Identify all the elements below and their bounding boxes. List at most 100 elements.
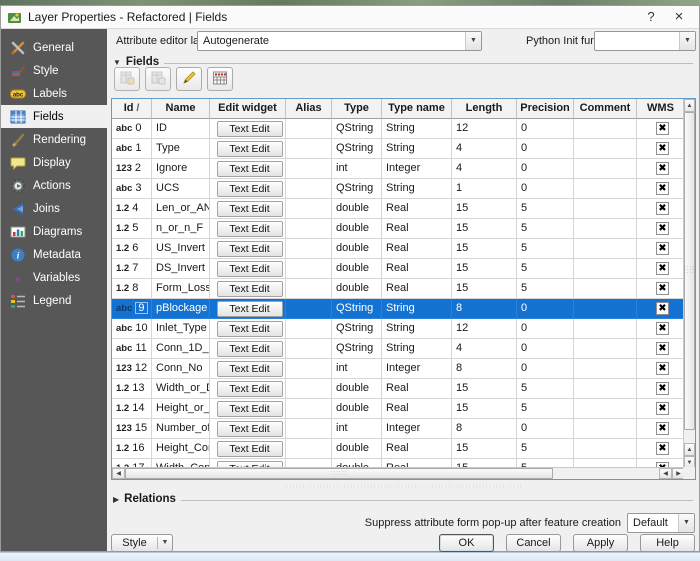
wms-checkbox[interactable]: ✖: [656, 182, 669, 195]
scroll-left-button[interactable]: ◀: [112, 468, 125, 479]
cell-name: Conn_No: [152, 359, 210, 379]
column-header-comment[interactable]: Comment: [574, 99, 637, 119]
wms-checkbox[interactable]: ✖: [656, 382, 669, 395]
edit-widget-button[interactable]: Text Edit: [217, 441, 283, 457]
column-header-edit-widget[interactable]: Edit widget: [210, 99, 286, 119]
edit-widget-button[interactable]: Text Edit: [217, 301, 283, 317]
edit-widget-button[interactable]: Text Edit: [217, 281, 283, 297]
style-menu-button[interactable]: Style ▼: [111, 534, 173, 552]
sidebar-item-metadata[interactable]: iMetadata: [1, 243, 107, 266]
vertical-scroll-thumb[interactable]: ::::::::: [684, 112, 695, 430]
collapse-triangle-icon[interactable]: ▶: [113, 495, 119, 504]
suppress-select[interactable]: Default ▼: [627, 513, 695, 533]
edit-widget-button[interactable]: Text Edit: [217, 341, 283, 357]
sidebar-item-display[interactable]: Display: [1, 151, 107, 174]
sidebar-item-style[interactable]: Style: [1, 59, 107, 82]
edit-widget-button[interactable]: Text Edit: [217, 161, 283, 177]
horizontal-scrollbar[interactable]: ◀ :::::: ◀▶: [112, 467, 685, 479]
sidebar-item-actions[interactable]: Actions: [1, 174, 107, 197]
splitter-handle[interactable]: ::::::::::::::::::::::::::::::::::::::::…: [255, 485, 551, 489]
column-header-alias[interactable]: Alias: [286, 99, 332, 119]
column-header-wms[interactable]: WMS: [637, 99, 685, 119]
column-header-precision[interactable]: Precision: [517, 99, 574, 119]
sidebar-item-legend[interactable]: Legend: [1, 289, 107, 312]
column-header-length[interactable]: Length: [452, 99, 517, 119]
sidebar-item-variables[interactable]: εVariables: [1, 266, 107, 289]
wms-checkbox[interactable]: ✖: [656, 202, 669, 215]
cancel-button[interactable]: Cancel: [506, 534, 561, 552]
help-button[interactable]: Help: [640, 534, 695, 552]
edit-widget-button[interactable]: Text Edit: [217, 361, 283, 377]
sidebar-item-diagrams[interactable]: Diagrams: [1, 220, 107, 243]
relations-group-header[interactable]: ▶ Relations: [113, 492, 693, 506]
edit-widget-button[interactable]: Text Edit: [217, 181, 283, 197]
attribute-editor-layout-select[interactable]: Autogenerate ▼: [197, 31, 482, 51]
wms-checkbox[interactable]: ✖: [656, 162, 669, 175]
wms-checkbox[interactable]: ✖: [656, 422, 669, 435]
table-row[interactable]: abc1TypeText EditQStringString40✖: [112, 139, 685, 159]
sidebar-item-fields[interactable]: Fields: [1, 105, 107, 128]
table-row[interactable]: abc10Inlet_TypeText EditQStringString120…: [112, 319, 685, 339]
edit-widget-button[interactable]: Text Edit: [217, 241, 283, 257]
python-init-function-select[interactable]: ▼: [594, 31, 696, 51]
collapse-triangle-icon[interactable]: ▼: [113, 58, 121, 67]
wms-checkbox[interactable]: ✖: [656, 302, 669, 315]
table-row[interactable]: abc0IDText EditQStringString120✖: [112, 119, 685, 139]
table-row[interactable]: 12312Conn_NoText EditintInteger80✖: [112, 359, 685, 379]
wms-checkbox[interactable]: ✖: [656, 282, 669, 295]
delete-field-button[interactable]: [145, 67, 171, 91]
wms-checkbox[interactable]: ✖: [656, 142, 669, 155]
toggle-editing-button[interactable]: [176, 67, 202, 91]
column-header-id[interactable]: Id/: [112, 99, 152, 119]
edit-widget-button[interactable]: Text Edit: [217, 201, 283, 217]
table-row[interactable]: 1.27DS_InvertText EditdoubleReal155✖: [112, 259, 685, 279]
edit-widget-button[interactable]: Text Edit: [217, 421, 283, 437]
field-calculator-button[interactable]: [207, 67, 233, 91]
ok-button[interactable]: OK: [439, 534, 494, 552]
table-row[interactable]: 1.214Height_or_Text EditdoubleReal155✖: [112, 399, 685, 419]
wms-checkbox[interactable]: ✖: [656, 362, 669, 375]
table-row[interactable]: 1.26US_InvertText EditdoubleReal155✖: [112, 239, 685, 259]
table-row[interactable]: 1.213Width_or_DText EditdoubleReal155✖: [112, 379, 685, 399]
edit-widget-button[interactable]: Text Edit: [217, 221, 283, 237]
column-header-name[interactable]: Name: [152, 99, 210, 119]
edit-widget-button[interactable]: Text Edit: [217, 261, 283, 277]
table-row[interactable]: 1.28Form_LossText EditdoubleReal155✖: [112, 279, 685, 299]
edit-widget-button[interactable]: Text Edit: [217, 121, 283, 137]
wms-checkbox[interactable]: ✖: [656, 322, 669, 335]
help-titlebar-button[interactable]: ?: [637, 8, 665, 27]
sidebar-item-joins[interactable]: Joins: [1, 197, 107, 220]
vertical-scrollbar[interactable]: ▲ :::::::: ▲ ▼: [683, 99, 695, 469]
column-header-type[interactable]: Type: [332, 99, 382, 119]
wms-checkbox[interactable]: ✖: [656, 222, 669, 235]
wms-checkbox[interactable]: ✖: [656, 122, 669, 135]
table-row[interactable]: 1.25n_or_n_FText EditdoubleReal155✖: [112, 219, 685, 239]
wms-checkbox[interactable]: ✖: [656, 342, 669, 355]
scroll-up-button-2[interactable]: ▲: [684, 443, 695, 456]
edit-widget-button[interactable]: Text Edit: [217, 401, 283, 417]
new-field-button[interactable]: [114, 67, 140, 91]
scroll-up-button[interactable]: ▲: [684, 99, 695, 112]
sidebar-item-general[interactable]: General: [1, 36, 107, 59]
table-row[interactable]: 1.24Len_or_ANAText EditdoubleReal155✖: [112, 199, 685, 219]
table-row[interactable]: abc9pBlockageText EditQStringString80✖: [112, 299, 685, 319]
table-row[interactable]: 1.216Height_ConText EditdoubleReal155✖: [112, 439, 685, 459]
scroll-left-button-2[interactable]: ◀: [659, 468, 672, 479]
table-row[interactable]: 12315Number_ofText EditintInteger80✖: [112, 419, 685, 439]
edit-widget-button[interactable]: Text Edit: [217, 321, 283, 337]
table-row[interactable]: abc3UCSText EditQStringString10✖: [112, 179, 685, 199]
table-row[interactable]: 1232IgnoreText EditintInteger40✖: [112, 159, 685, 179]
wms-checkbox[interactable]: ✖: [656, 442, 669, 455]
sidebar-item-labels[interactable]: abcLabels: [1, 82, 107, 105]
apply-button[interactable]: Apply: [573, 534, 628, 552]
column-header-type-name[interactable]: Type name: [382, 99, 452, 119]
wms-checkbox[interactable]: ✖: [656, 242, 669, 255]
wms-checkbox[interactable]: ✖: [656, 262, 669, 275]
close-button[interactable]: ×: [665, 8, 693, 27]
table-row[interactable]: abc11Conn_1D_2DText EditQStringString40✖: [112, 339, 685, 359]
horizontal-scroll-thumb[interactable]: ::::::: [125, 468, 553, 479]
edit-widget-button[interactable]: Text Edit: [217, 141, 283, 157]
wms-checkbox[interactable]: ✖: [656, 402, 669, 415]
sidebar-item-rendering[interactable]: Rendering: [1, 128, 107, 151]
edit-widget-button[interactable]: Text Edit: [217, 381, 283, 397]
